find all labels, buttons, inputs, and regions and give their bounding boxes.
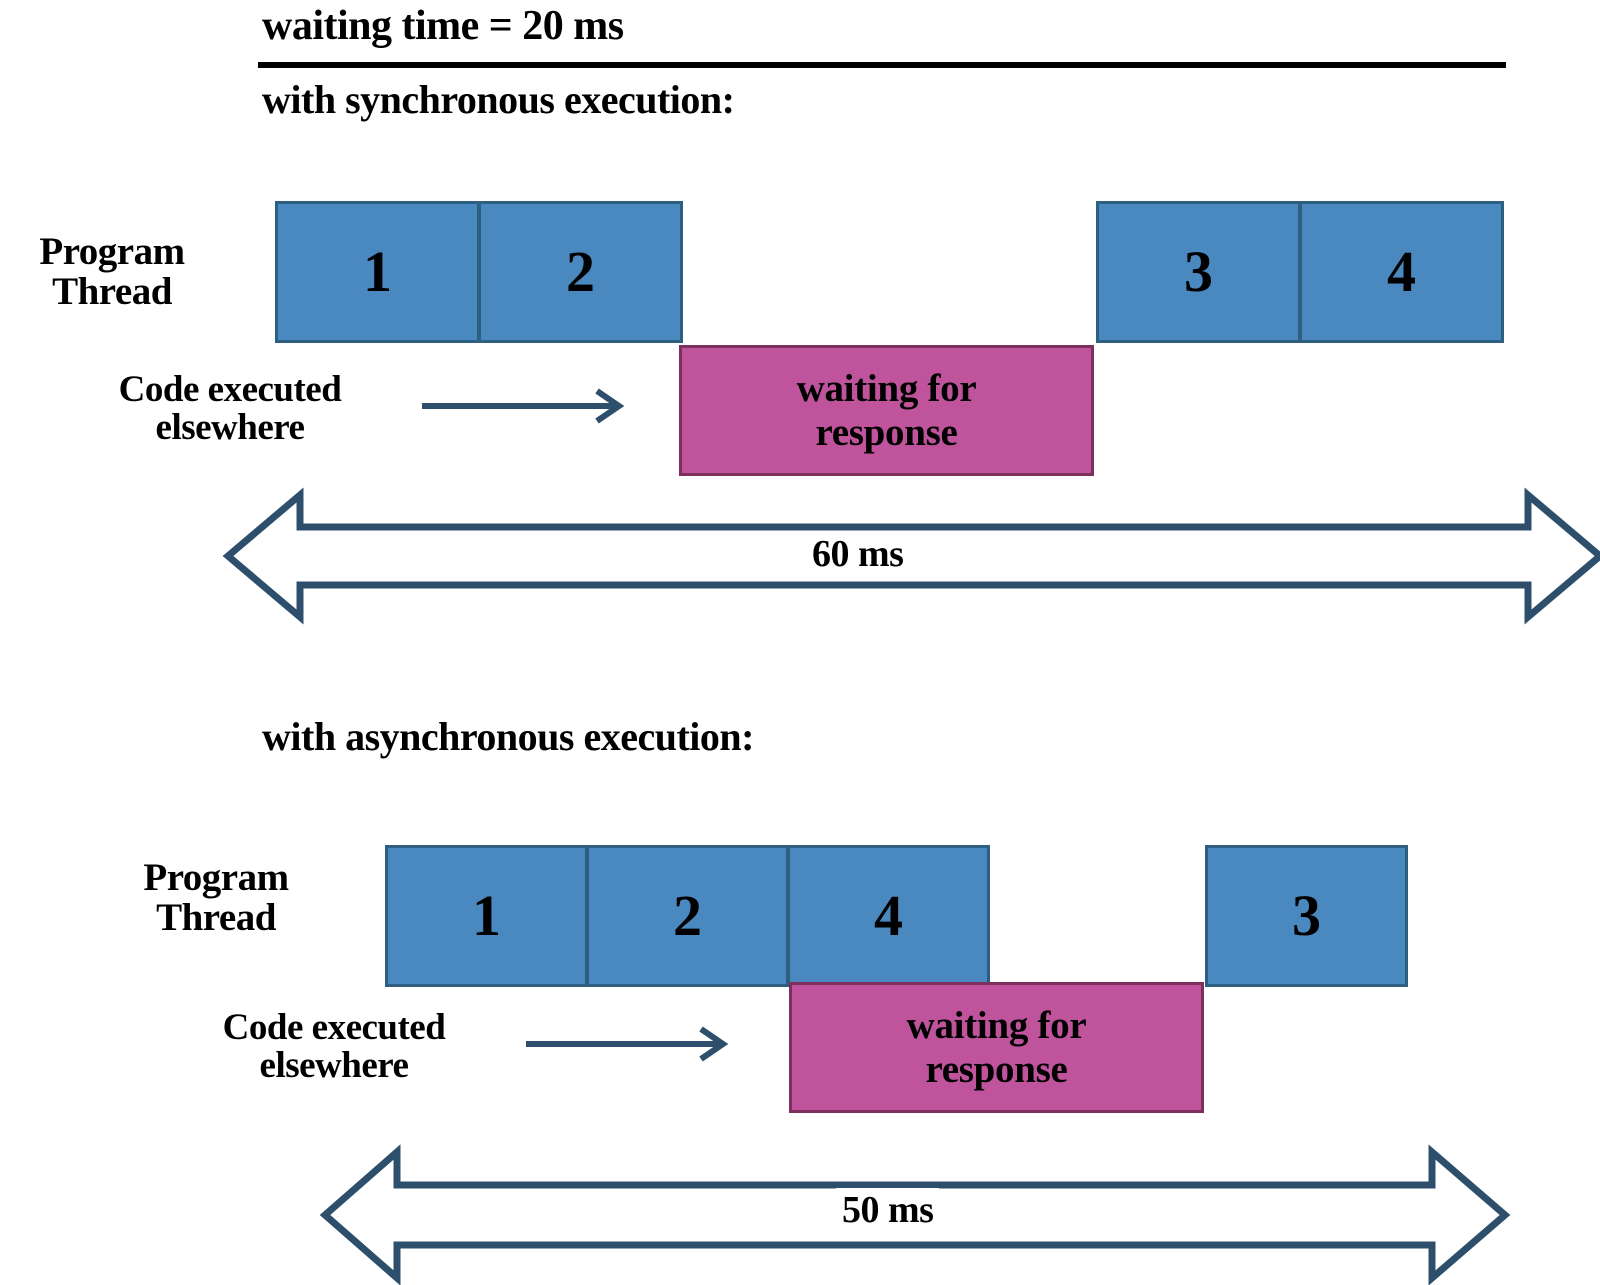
async-section-heading: with asynchronous execution: xyxy=(262,714,754,759)
sync-task-block-2[interactable]: 2 xyxy=(478,201,683,343)
sync-program-thread-label: Program Thread xyxy=(39,230,185,313)
async-code-executed-elsewhere-label: Code executed elsewhere xyxy=(222,1007,446,1087)
async-task-block-3-label: 3 xyxy=(1292,883,1321,948)
sync-task-block-1[interactable]: 1 xyxy=(275,201,480,343)
sync-task-block-2-label: 2 xyxy=(566,239,595,304)
sync-duration-double-arrow-icon xyxy=(222,487,1600,625)
sync-task-block-4[interactable]: 4 xyxy=(1299,201,1504,343)
async-task-block-3[interactable]: 3 xyxy=(1205,845,1408,987)
waiting-time-title: waiting time = 20 ms xyxy=(262,3,624,49)
sync-total-time-overlay: 60 ms xyxy=(806,532,910,576)
async-wait-label-line-2: response xyxy=(925,1047,1068,1091)
sync-wait-label-line-1: waiting for xyxy=(796,366,977,410)
async-task-block-4-label: 4 xyxy=(874,883,903,948)
sync-task-block-4-label: 4 xyxy=(1387,239,1416,304)
sync-task-block-1-label: 1 xyxy=(363,239,392,304)
header-divider-rule xyxy=(258,62,1506,68)
async-task-block-2[interactable]: 2 xyxy=(586,845,789,987)
sync-task-block-3[interactable]: 3 xyxy=(1096,201,1301,343)
async-program-thread-label: Program Thread xyxy=(143,856,289,939)
sync-waiting-for-response-block[interactable]: waiting for response xyxy=(679,345,1094,476)
async-task-block-1[interactable]: 1 xyxy=(385,845,588,987)
sync-code-elsewhere-arrow-icon xyxy=(422,388,625,424)
sync-code-executed-elsewhere-label: Code executed elsewhere xyxy=(118,369,342,449)
async-waiting-for-response-block[interactable]: waiting for response xyxy=(789,982,1204,1113)
async-code-elsewhere-arrow-icon xyxy=(526,1026,729,1062)
async-wait-label-line-1: waiting for xyxy=(906,1003,1087,1047)
sync-section-heading: with synchronous execution: xyxy=(262,77,735,122)
async-task-block-4[interactable]: 4 xyxy=(787,845,990,987)
async-task-block-1-label: 1 xyxy=(472,883,501,948)
async-task-block-2-label: 2 xyxy=(673,883,702,948)
sync-task-block-3-label: 3 xyxy=(1184,239,1213,304)
sync-wait-label-line-2: response xyxy=(815,410,958,454)
async-total-time-overlay: 50 ms xyxy=(836,1188,940,1232)
